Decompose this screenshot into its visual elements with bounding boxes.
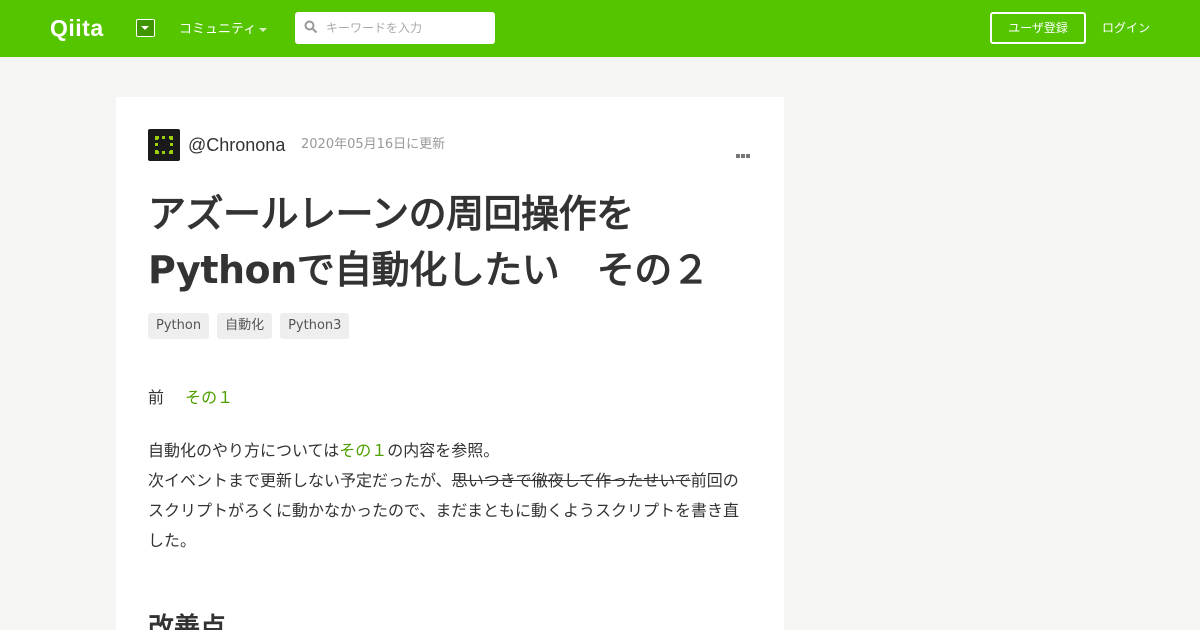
tag[interactable]: Python3 <box>280 313 350 339</box>
prev-label: 前 <box>148 388 165 407</box>
author-name[interactable]: @Chronona <box>188 133 285 157</box>
para-text: 次イベントまで更新しない予定だったが、 <box>148 471 452 490</box>
intro-paragraph: 自動化のやり方についてはその１の内容を参照。 次イベントまで更新しない予定だった… <box>148 436 748 556</box>
title-line-1: アズールレーンの周回操作を <box>148 192 634 236</box>
signup-button[interactable]: ユーザ登録 <box>990 12 1086 44</box>
para-text: スクリプトがろくに動かなかったので、まだまともに動くようスクリプトを書き直 <box>148 501 740 520</box>
prev-article-line: 前 その１ <box>148 383 748 413</box>
chevron-down-icon[interactable] <box>259 28 267 32</box>
strikethrough-text: 思いつきで徹夜して作ったせいで <box>451 471 691 490</box>
tag[interactable]: Python <box>148 313 210 339</box>
para-text: 前回の <box>690 471 739 490</box>
part1-link[interactable]: その１ <box>339 441 387 460</box>
para-text: の内容を参照。 <box>387 441 500 460</box>
login-link[interactable]: ログイン <box>1102 19 1150 37</box>
tag-list: Python 自動化 Python3 <box>148 313 350 339</box>
para-text: 自動化のやり方については <box>148 441 340 460</box>
avatar[interactable] <box>148 129 180 161</box>
title-line-2: Pythonで自動化したい その２ <box>148 248 710 292</box>
tag[interactable]: 自動化 <box>217 313 273 339</box>
community-menu[interactable]: コミュニティ <box>179 21 256 39</box>
qiita-logo[interactable]: Qiita <box>50 14 104 42</box>
article-title: アズールレーンの周回操作を Pythonで自動化したい その２ <box>148 186 768 298</box>
updated-date: 2020年05月16日に更新 <box>301 137 446 152</box>
more-options-icon[interactable] <box>736 143 752 158</box>
section-heading: 改善点 <box>148 613 227 630</box>
search-input[interactable] <box>322 12 492 44</box>
para-text: した。 <box>148 531 197 550</box>
logo-menu-toggle-icon[interactable] <box>136 19 155 37</box>
global-header: Qiita コミュニティ ユーザ登録 ログイン <box>0 0 1200 57</box>
prev-article-link[interactable]: その１ <box>185 388 233 407</box>
search-icon <box>304 20 318 34</box>
